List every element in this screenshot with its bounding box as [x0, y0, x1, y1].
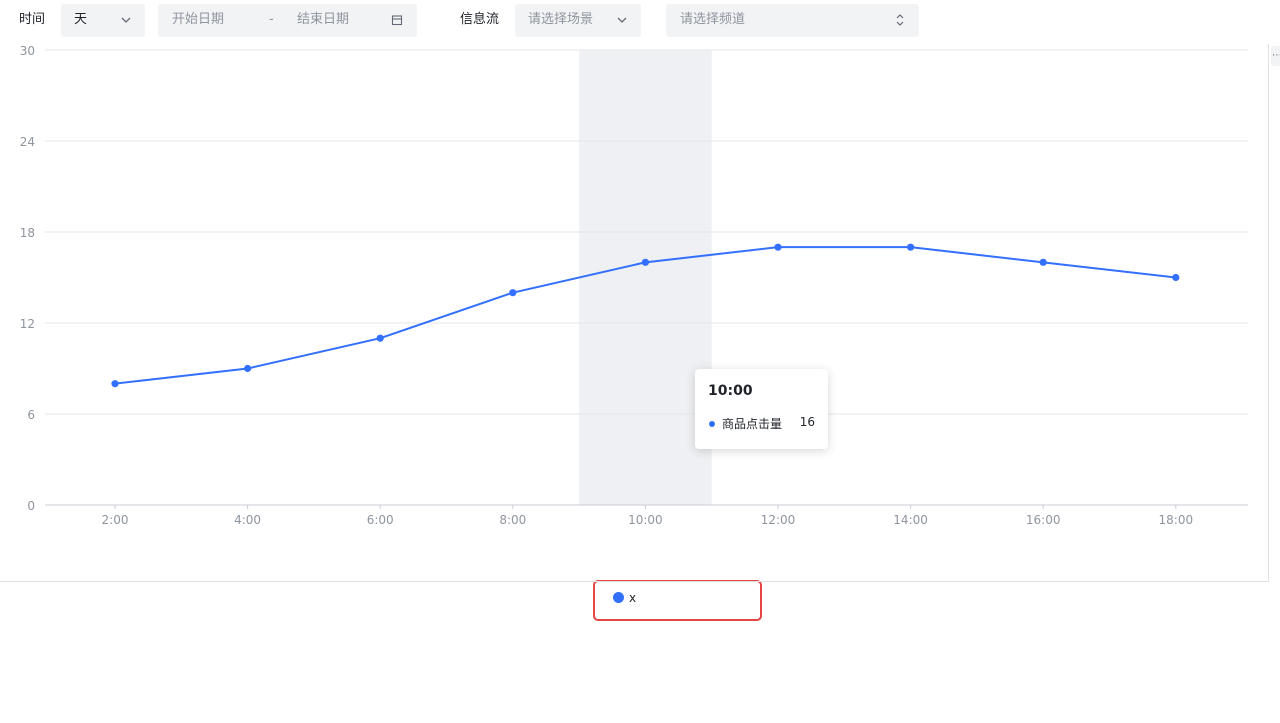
section-divider — [0, 581, 1268, 582]
granularity-value: 天 — [74, 12, 88, 27]
feed-label: 信息流 — [460, 12, 500, 27]
tooltip-series-value: 16 — [799, 415, 815, 429]
tooltip-title: 10:00 — [708, 383, 753, 399]
data-point — [774, 243, 782, 251]
data-point — [244, 364, 252, 373]
y-tick-label: 24 — [20, 135, 35, 149]
chart-legend[interactable]: x — [593, 580, 762, 621]
chevron-down-icon — [121, 17, 131, 23]
chevron-down-icon — [617, 17, 627, 23]
legend-marker — [613, 592, 624, 603]
hover-highlight-band — [579, 50, 712, 505]
chart-tooltip: 10:00 商品点击量 16 — [695, 369, 828, 449]
x-tick-label: 10:00 — [628, 513, 663, 527]
chart-canvas[interactable]: 0 6 12 18 24 30 2:00 4:00 6:00 8:00 10:00 12:00 14:0… — [0, 44, 1260, 582]
data-point — [111, 380, 119, 388]
end-date-input[interactable]: 结束日期 — [297, 12, 349, 28]
x-tick-label: 4:00 — [234, 513, 261, 527]
calendar-icon[interactable] — [391, 14, 403, 26]
y-tick-label: 0 — [27, 499, 35, 513]
channel-placeholder: 请选择频道 — [680, 12, 746, 27]
channel-select[interactable]: 请选择频道 — [666, 4, 919, 37]
date-separator: - — [269, 12, 274, 27]
more-handle[interactable]: ⋯ — [1271, 46, 1280, 66]
scene-placeholder: 请选择场景 — [528, 12, 594, 27]
y-tick-label: 18 — [20, 226, 35, 240]
granularity-select[interactable]: 天 — [61, 4, 145, 37]
x-tick-label: 2:00 — [102, 513, 129, 527]
data-point — [1172, 273, 1180, 282]
x-tick-label: 8:00 — [499, 513, 526, 527]
data-point — [907, 243, 915, 251]
data-point — [1039, 258, 1047, 266]
x-tick-label: 14:00 — [893, 513, 928, 527]
panel-border — [1268, 44, 1269, 582]
scene-select[interactable]: 请选择场景 — [515, 4, 641, 37]
y-tick-label: 12 — [20, 317, 35, 331]
line-chart: 0 6 12 18 24 30 2:00 4:00 6:00 8:00 10:00 12:00 14:0… — [0, 44, 1260, 621]
legend-item-label[interactable]: x — [629, 591, 636, 605]
x-tick-label: 16:00 — [1026, 513, 1061, 527]
time-label: 时间 — [19, 12, 46, 27]
more-icon: ⋯ — [1272, 50, 1280, 61]
chevron-up-down-icon — [896, 14, 904, 26]
y-tick-label: 30 — [20, 44, 35, 58]
x-tick-label: 12:00 — [761, 513, 796, 527]
dashboard-panel: 时间 天 开始日期 - 结束日期 信息流 请选择场景 请选择频道 0 6 12 … — [0, 0, 1280, 723]
data-point — [509, 289, 517, 297]
x-tick-label: 18:00 — [1159, 513, 1194, 527]
tooltip-series-marker — [709, 421, 715, 427]
x-tick-label: 6:00 — [367, 513, 394, 527]
tooltip-series-name: 商品点击量 — [722, 417, 783, 431]
date-range-picker[interactable]: 开始日期 - 结束日期 — [158, 4, 417, 37]
y-tick-label: 6 — [27, 408, 35, 422]
data-point — [641, 258, 650, 266]
start-date-input[interactable]: 开始日期 — [172, 12, 224, 28]
data-point — [376, 334, 384, 342]
filter-bar: 时间 天 开始日期 - 结束日期 信息流 请选择场景 请选择频道 — [0, 0, 1280, 44]
